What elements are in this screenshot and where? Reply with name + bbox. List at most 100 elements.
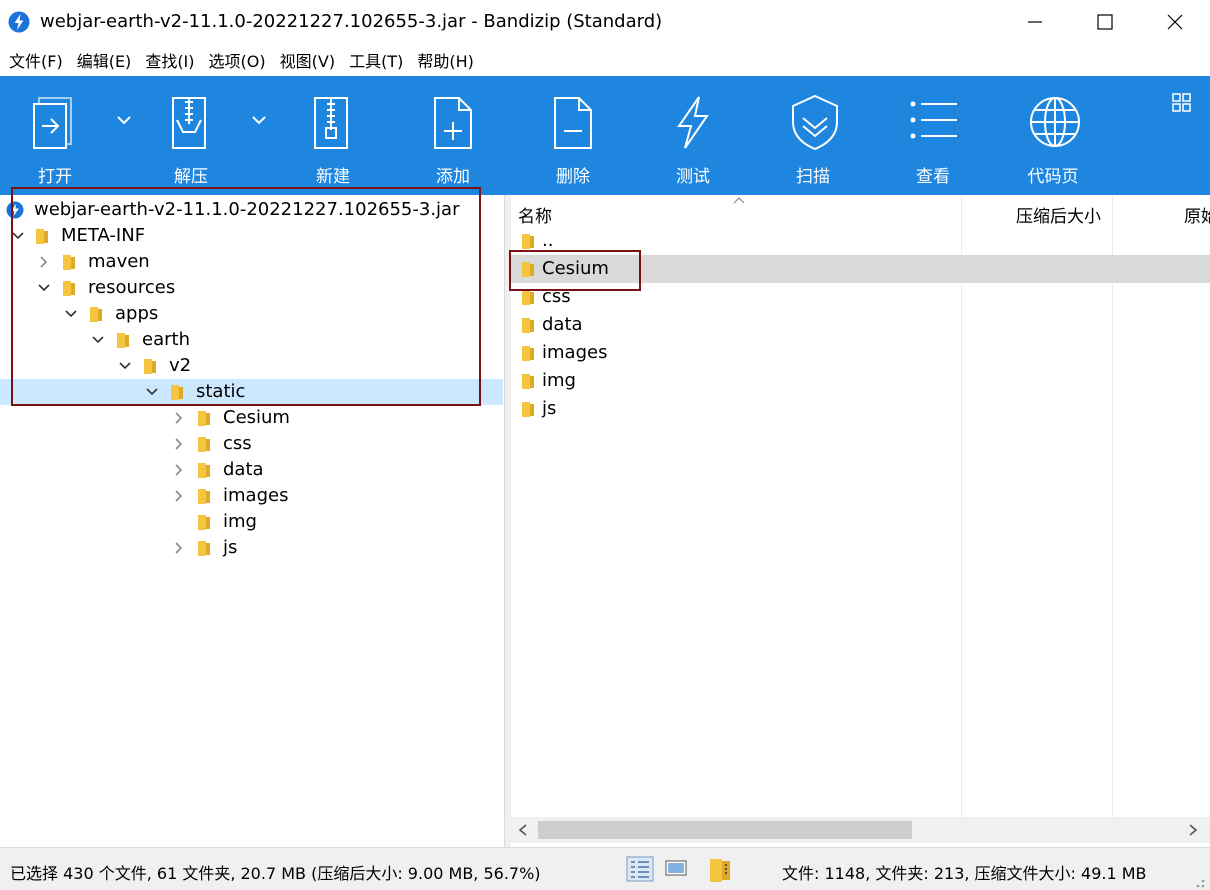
column-header-compressed-size[interactable]: 压缩后大小: [1016, 202, 1101, 227]
scrollbar-thumb[interactable]: [538, 821, 912, 839]
menu-view[interactable]: 视图(V): [273, 48, 342, 72]
chevron-right-icon[interactable]: [173, 542, 185, 554]
menu-help[interactable]: 帮助(H): [410, 48, 481, 72]
test-label: 测试: [676, 167, 710, 187]
new-archive-label: 新建: [316, 167, 350, 187]
chevron-right-icon[interactable]: [173, 438, 185, 450]
menu-edit[interactable]: 编辑(E): [70, 48, 139, 72]
list-item-img[interactable]: img: [511, 367, 1210, 395]
horizontal-scrollbar[interactable]: [511, 817, 1210, 843]
scroll-left-icon[interactable]: [517, 823, 529, 837]
extract-button[interactable]: 解压: [136, 76, 246, 195]
scan-label: 扫描: [796, 167, 830, 187]
menu-bar: 文件(F) 编辑(E) 查找(I) 选项(O) 视图(V) 工具(T) 帮助(H…: [0, 44, 1210, 76]
column-header-name[interactable]: 名称: [518, 202, 552, 227]
tree-item-label: Cesium: [223, 407, 290, 428]
shield-icon: [792, 94, 838, 150]
minimize-button[interactable]: [1000, 0, 1070, 44]
folder-icon: [198, 463, 210, 478]
tree-item-label: js: [223, 537, 238, 558]
extract-label: 解压: [174, 167, 208, 187]
open-label: 打开: [38, 167, 72, 187]
open-button[interactable]: 打开: [0, 76, 110, 195]
resize-grip-icon[interactable]: [1188, 871, 1206, 889]
folder-icon: [522, 234, 534, 249]
globe-icon: [1030, 97, 1080, 147]
list-view-icon: [910, 101, 957, 139]
minimize-icon: [1028, 21, 1042, 23]
file-list: 名称 压缩后大小 原始 .. Cesium css data images im…: [511, 195, 1210, 847]
tree-item-data[interactable]: data: [0, 457, 503, 483]
list-item-images[interactable]: images: [511, 339, 1210, 367]
menu-file[interactable]: 文件(F): [2, 48, 70, 72]
toolbar: 打开 解压 新建 添加 删除 测试 扫描 查看 代码页: [0, 76, 1210, 195]
list-item-js[interactable]: js: [511, 395, 1210, 423]
tree-item-label: css: [223, 433, 252, 454]
list-item-label: images: [542, 342, 608, 363]
folder-icon: [198, 437, 210, 452]
tree-item-cesium[interactable]: Cesium: [0, 405, 503, 431]
codepage-button[interactable]: 代码页: [998, 76, 1108, 195]
chevron-right-icon[interactable]: [173, 464, 185, 476]
sort-ascending-icon: [733, 197, 745, 204]
folder-icon: [522, 402, 534, 417]
delete-button[interactable]: 删除: [518, 76, 628, 195]
archive-info-icon[interactable]: [708, 856, 734, 884]
menu-tools[interactable]: 工具(T): [342, 48, 410, 72]
folder-icon: [198, 541, 210, 556]
open-dropdown-chevron-icon[interactable]: [116, 114, 132, 126]
status-bar: 已选择 430 个文件, 61 文件夹, 20.7 MB (压缩后大小: 9.0…: [0, 847, 1210, 890]
menu-options[interactable]: 选项(O): [202, 48, 273, 72]
list-item-label: ..: [542, 230, 554, 251]
add-file-icon: [434, 97, 472, 149]
folder-icon: [198, 515, 210, 530]
menu-find[interactable]: 查找(I): [138, 48, 201, 72]
folder-icon: [522, 318, 534, 333]
add-label: 添加: [436, 167, 470, 187]
maximize-button[interactable]: [1070, 0, 1140, 44]
open-icon: [33, 97, 72, 149]
extract-icon: [172, 97, 206, 149]
extract-dropdown-chevron-icon[interactable]: [251, 114, 267, 126]
close-button[interactable]: [1140, 0, 1210, 44]
bandizip-app-icon: [8, 11, 30, 33]
tree-item-css[interactable]: css: [0, 431, 503, 457]
tree-item-img[interactable]: img: [0, 509, 503, 535]
details-view-icon[interactable]: [626, 856, 654, 882]
tree-item-label: images: [223, 485, 289, 506]
new-archive-icon: [314, 97, 348, 149]
maximize-icon: [1097, 14, 1113, 30]
add-button[interactable]: 添加: [398, 76, 508, 195]
folder-icon: [198, 489, 210, 504]
delete-file-icon: [554, 97, 592, 149]
list-item-label: img: [542, 370, 576, 391]
lightning-icon: [677, 96, 709, 149]
folder-icon: [522, 346, 534, 361]
tree-item-images[interactable]: images: [0, 483, 503, 509]
layout-grid-icon[interactable]: [1172, 93, 1192, 113]
tree-item-label: data: [223, 459, 264, 480]
window-title: webjar-earth-v2-11.1.0-20221227.102655-3…: [40, 11, 663, 32]
list-item-label: js: [542, 398, 557, 419]
chevron-right-icon[interactable]: [173, 412, 185, 424]
list-item-label: data: [542, 314, 583, 335]
scan-button[interactable]: 扫描: [758, 76, 868, 195]
close-icon: [1167, 14, 1183, 30]
annotation-box-tree-path: [11, 187, 481, 406]
new-archive-button[interactable]: 新建: [278, 76, 388, 195]
delete-label: 删除: [556, 167, 590, 187]
title-bar: webjar-earth-v2-11.1.0-20221227.102655-3…: [0, 0, 1210, 44]
chevron-right-icon[interactable]: [173, 490, 185, 502]
preview-icon[interactable]: [664, 856, 688, 880]
test-button[interactable]: 测试: [638, 76, 748, 195]
list-item-data[interactable]: data: [511, 311, 1210, 339]
archive-status: 文件: 1148, 文件夹: 213, 压缩文件大小: 49.1 MB: [782, 864, 1147, 883]
scroll-right-icon[interactable]: [1187, 823, 1199, 837]
view-label: 查看: [916, 167, 950, 187]
codepage-label: 代码页: [1027, 167, 1079, 187]
view-button[interactable]: 查看: [878, 76, 988, 195]
selection-status: 已选择 430 个文件, 61 文件夹, 20.7 MB (压缩后大小: 9.0…: [10, 864, 541, 883]
column-header-original-size[interactable]: 原始: [1184, 202, 1210, 227]
folder-icon: [522, 374, 534, 389]
tree-item-js[interactable]: js: [0, 535, 503, 561]
